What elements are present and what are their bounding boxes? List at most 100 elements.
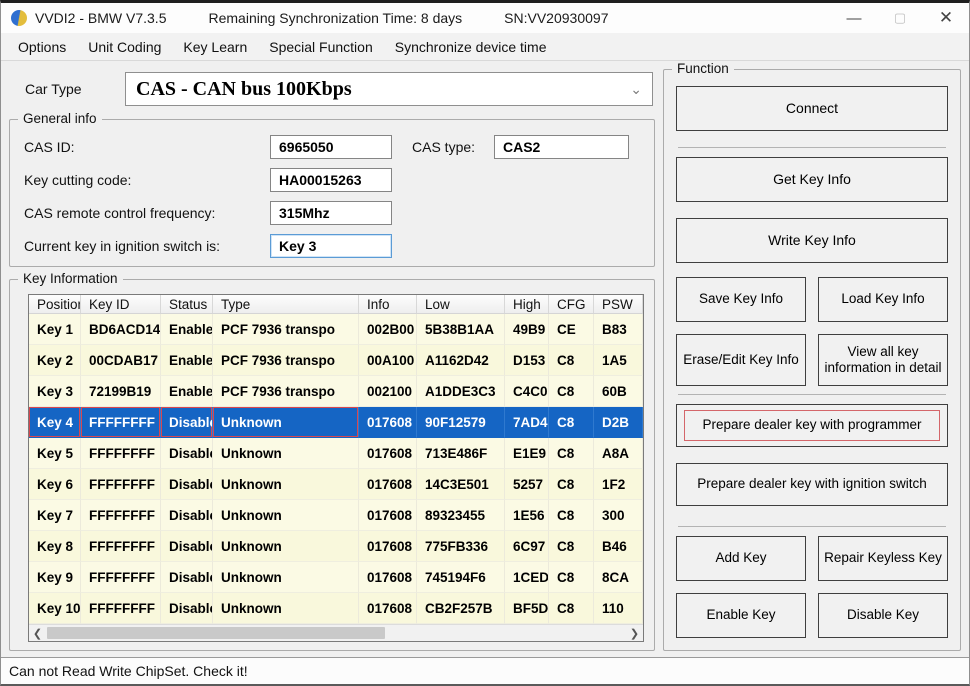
window-controls: — ▢ ✕ (831, 3, 969, 33)
app-icon (11, 10, 27, 26)
cell-psw: D2B (594, 407, 643, 438)
table-row[interactable]: Key 6 FFFFFFFF Disable Unknown 017608 14… (29, 469, 643, 500)
menu-key-learn[interactable]: Key Learn (172, 35, 258, 59)
cell-high: C4C0 (505, 376, 549, 407)
cell-info: 017608 (359, 593, 417, 624)
table-row[interactable]: Key 2 00CDAB17 Enable PCF 7936 transpo 0… (29, 345, 643, 376)
disable-key-button[interactable]: Disable Key (818, 593, 948, 638)
cell-type: Unknown (213, 531, 359, 562)
col-psw[interactable]: PSW (594, 295, 643, 313)
serial-number-text: SN:VV20930097 (504, 10, 608, 26)
remote-frequency-field[interactable]: 315Mhz (270, 201, 392, 225)
ignition-key-label: Current key in ignition switch is: (20, 238, 270, 254)
cell-status: Disable (161, 500, 213, 531)
table-row[interactable]: Key 8 FFFFFFFF Disable Unknown 017608 77… (29, 531, 643, 562)
car-type-label: Car Type (25, 81, 125, 97)
menu-bar: Options Unit Coding Key Learn Special Fu… (1, 33, 969, 61)
table-row[interactable]: Key 5 FFFFFFFF Disable Unknown 017608 71… (29, 438, 643, 469)
cell-type: PCF 7936 transpo (213, 376, 359, 407)
function-group: Function Connect Get Key Info Write Key … (663, 69, 961, 651)
menu-special-function[interactable]: Special Function (258, 35, 384, 59)
key-table: Position Key ID Status Type Info Low Hig… (28, 294, 644, 642)
scrollbar-thumb[interactable] (47, 627, 385, 639)
cell-high: 7AD4 (505, 407, 549, 438)
cell-cfg: C8 (549, 593, 594, 624)
key-cutting-code-label: Key cutting code: (20, 172, 270, 188)
prepare-dealer-key-ignition-button[interactable]: Prepare dealer key with ignition switch (676, 463, 948, 506)
car-type-select[interactable]: CAS - CAN bus 100Kbps ⌄ (125, 72, 653, 106)
cell-type: Unknown (213, 500, 359, 531)
table-row[interactable]: Key 10 FFFFFFFF Disable Unknown 017608 C… (29, 593, 643, 624)
table-row[interactable]: Key 9 FFFFFFFF Disable Unknown 017608 74… (29, 562, 643, 593)
maximize-button[interactable]: ▢ (877, 3, 923, 33)
minimize-button[interactable]: — (831, 3, 877, 33)
prepare-dealer-key-programmer-button[interactable]: Prepare dealer key with programmer (676, 404, 948, 447)
cell-position: Key 3 (29, 376, 81, 407)
table-row[interactable]: Key 3 72199B19 Enable PCF 7936 transpo 0… (29, 376, 643, 407)
cell-key-id: FFFFFFFF (81, 531, 161, 562)
car-type-row: Car Type CAS - CAN bus 100Kbps ⌄ (9, 67, 655, 111)
col-info[interactable]: Info (359, 295, 417, 313)
divider (678, 147, 946, 148)
key-information-title: Key Information (18, 271, 123, 286)
cell-status: Disable (161, 407, 213, 438)
cell-type: Unknown (213, 469, 359, 500)
cell-status: Disable (161, 593, 213, 624)
cell-key-id: FFFFFFFF (81, 438, 161, 469)
col-high[interactable]: High (505, 295, 549, 313)
cell-cfg: C8 (549, 562, 594, 593)
cell-status: Disable (161, 531, 213, 562)
cell-high: 1E56 (505, 500, 549, 531)
menu-options[interactable]: Options (7, 35, 77, 59)
menu-unit-coding[interactable]: Unit Coding (77, 35, 172, 59)
scroll-right-icon[interactable]: ❯ (626, 625, 643, 642)
cell-psw: 60B (594, 376, 643, 407)
cell-cfg: C8 (549, 345, 594, 376)
save-key-info-button[interactable]: Save Key Info (676, 277, 806, 322)
connect-button[interactable]: Connect (676, 86, 948, 131)
cas-type-field[interactable]: CAS2 (494, 135, 629, 159)
horizontal-scrollbar[interactable]: ❮ ❯ (29, 624, 643, 641)
enable-key-button[interactable]: Enable Key (676, 593, 806, 638)
menu-synchronize-device-time[interactable]: Synchronize device time (384, 35, 558, 59)
col-low[interactable]: Low (417, 295, 505, 313)
cell-low: CB2F257B (417, 593, 505, 624)
scroll-left-icon[interactable]: ❮ (29, 625, 46, 642)
cell-status: Enable (161, 314, 213, 345)
cell-position: Key 6 (29, 469, 81, 500)
col-key-id[interactable]: Key ID (81, 295, 161, 313)
close-button[interactable]: ✕ (923, 3, 969, 33)
divider (678, 526, 946, 527)
cell-info: 017608 (359, 531, 417, 562)
chevron-down-icon[interactable]: ⌄ (630, 81, 642, 98)
add-key-button[interactable]: Add Key (676, 536, 806, 581)
table-row[interactable]: Key 1 BD6ACD14 Enable PCF 7936 transpo 0… (29, 314, 643, 345)
cell-key-id: FFFFFFFF (81, 500, 161, 531)
cas-id-field[interactable]: 6965050 (270, 135, 392, 159)
key-cutting-code-field[interactable]: HA00015263 (270, 168, 392, 192)
table-row[interactable]: Key 4 FFFFFFFF Disable Unknown 017608 90… (29, 407, 643, 438)
status-text: Can not Read Write ChipSet. Check it! (9, 663, 248, 679)
col-position[interactable]: Position (29, 295, 81, 313)
write-key-info-button[interactable]: Write Key Info (676, 218, 948, 263)
table-row[interactable]: Key 7 FFFFFFFF Disable Unknown 017608 89… (29, 500, 643, 531)
load-key-info-button[interactable]: Load Key Info (818, 277, 948, 322)
erase-edit-key-info-button[interactable]: Erase/Edit Key Info (676, 334, 806, 386)
get-key-info-button[interactable]: Get Key Info (676, 157, 948, 202)
col-status[interactable]: Status (161, 295, 213, 313)
col-cfg[interactable]: CFG (549, 295, 594, 313)
ignition-key-field[interactable]: Key 3 (270, 234, 392, 258)
cell-position: Key 2 (29, 345, 81, 376)
cell-info: 017608 (359, 438, 417, 469)
red-highlight-box: Prepare dealer key with programmer (684, 410, 939, 440)
cell-psw: 1A5 (594, 345, 643, 376)
cell-status: Enable (161, 376, 213, 407)
col-type[interactable]: Type (213, 295, 359, 313)
cell-high: 6C97 (505, 531, 549, 562)
general-info-title: General info (18, 111, 102, 126)
repair-keyless-key-button[interactable]: Repair Keyless Key (818, 536, 948, 581)
title-bar: VVDI2 - BMW V7.3.5 Remaining Synchroniza… (1, 3, 969, 33)
cell-position: Key 10 (29, 593, 81, 624)
view-all-key-info-button[interactable]: View all key information in detail (818, 334, 948, 386)
cell-status: Enable (161, 345, 213, 376)
